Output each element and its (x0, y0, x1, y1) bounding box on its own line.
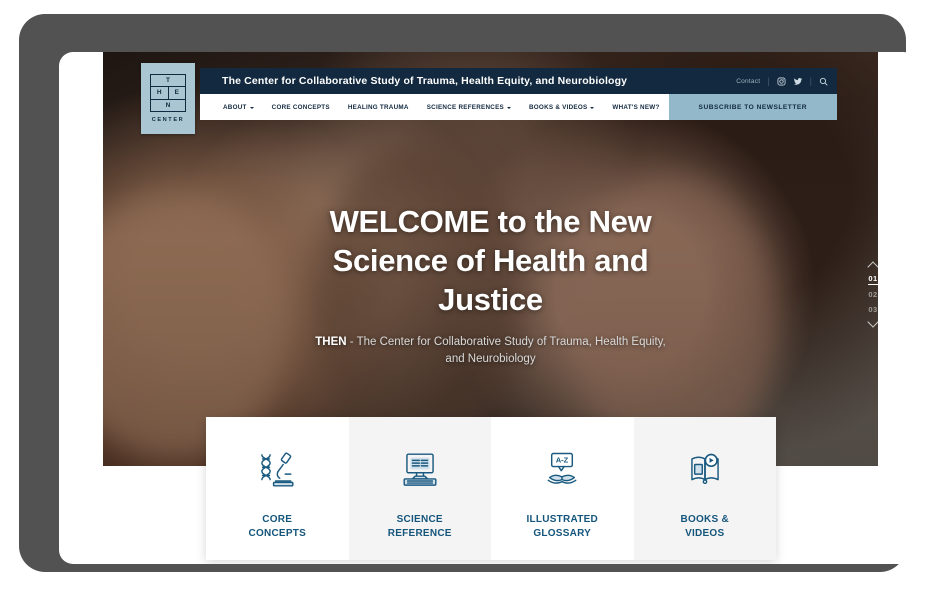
card-illustrated-glossary[interactable]: A-Z ILLUSTRATED GLOSSARY (491, 417, 634, 560)
computer-icon (398, 443, 442, 497)
divider: | (767, 76, 770, 86)
card-label: CORE CONCEPTS (248, 514, 307, 539)
nav-label: WHAT'S NEW? (612, 103, 660, 111)
twitter-icon[interactable] (793, 77, 803, 86)
svg-text:A-Z: A-Z (556, 455, 569, 464)
logo-cell-n: N (165, 101, 171, 109)
nav-label: HEALING TRAUMA (347, 103, 409, 111)
slide-indicator-01[interactable]: 01 (868, 273, 878, 285)
card-label: ILLUSTRATED GLOSSARY (526, 514, 598, 539)
site-logo[interactable]: T H E N CENTER (141, 63, 195, 134)
nav-item-healing-trauma[interactable]: HEALING TRAUMA (339, 104, 418, 111)
contact-link[interactable]: Contact (736, 78, 760, 85)
nav-item-about[interactable]: ABOUT (214, 104, 263, 111)
card-label: SCIENCE REFERENCE (387, 514, 452, 539)
dna-microscope-icon (255, 443, 299, 497)
card-label: BOOKS & VIDEOS (680, 514, 729, 539)
nav-item-science-references[interactable]: SCIENCE REFERENCES (418, 104, 520, 111)
logo-cell-h: H (156, 89, 162, 97)
instagram-icon[interactable] (777, 77, 786, 86)
chevron-up-icon[interactable] (868, 262, 879, 269)
hero-sub-rest: - The Center for Collaborative Study of … (346, 336, 666, 366)
subscribe-to-newsletter-button[interactable]: SUBSCRIBE TO NEWSLETTER (668, 94, 837, 120)
nav-items: ABOUT CORE CONCEPTS HEALING TRAUMA SCIEN… (200, 94, 669, 120)
slide-indicator-03[interactable]: 03 (868, 304, 877, 315)
site-title: The Center for Collaborative Study of Tr… (222, 75, 628, 87)
logo-cell-e: E (167, 87, 186, 99)
logo-wordmark: CENTER (151, 117, 185, 123)
main-navigation: ABOUT CORE CONCEPTS HEALING TRAUMA SCIEN… (200, 94, 837, 120)
nav-label: SCIENCE REFERENCES (426, 103, 504, 111)
nav-label: ABOUT (223, 103, 247, 111)
logo-row: H E (151, 86, 186, 99)
logo-row: T (151, 75, 185, 86)
search-icon[interactable] (819, 77, 828, 86)
quick-links-cards: CORE CONCEPTS SCIENCE REFERENCE A-Z ILLU… (206, 417, 776, 560)
slide-navigation[interactable]: 01 02 03 (859, 262, 887, 326)
device-frame: WELCOME to the New Science of Health and… (19, 14, 917, 572)
chevron-down-icon (506, 106, 511, 109)
topbar-utility-links: Contact | | (736, 76, 828, 86)
slide-indicator-02[interactable]: 02 (868, 289, 877, 300)
nav-label: CORE CONCEPTS (271, 103, 330, 111)
site-topbar: The Center for Collaborative Study of Tr… (200, 68, 837, 94)
chevron-down-icon (249, 106, 254, 109)
nav-item-whats-new[interactable]: WHAT'S NEW? (603, 104, 668, 111)
hero-sub-strong: THEN (315, 336, 347, 349)
nav-label: BOOKS & VIDEOS (528, 103, 588, 111)
book-play-icon (683, 443, 727, 497)
chevron-down-icon (590, 106, 595, 109)
logo-row: N (151, 98, 185, 111)
logo-grid: T H E N (150, 74, 186, 112)
az-glossary-book-icon: A-Z (540, 443, 584, 497)
device-screen: WELCOME to the New Science of Health and… (59, 52, 917, 564)
chevron-down-icon[interactable] (868, 319, 879, 326)
nav-item-books-videos[interactable]: BOOKS & VIDEOS (520, 104, 603, 111)
card-books-videos[interactable]: BOOKS & VIDEOS (633, 417, 776, 560)
hero-headline: WELCOME to the New Science of Health and… (329, 204, 652, 318)
divider: | (809, 76, 812, 86)
logo-cell-t: T (166, 77, 170, 85)
card-science-reference[interactable]: SCIENCE REFERENCE (348, 417, 491, 560)
card-core-concepts[interactable]: CORE CONCEPTS (206, 417, 349, 560)
hero-subheadline: THEN - The Center for Collaborative Stud… (306, 334, 676, 369)
nav-item-core-concepts[interactable]: CORE CONCEPTS (263, 104, 339, 111)
hero-copy: WELCOME to the New Science of Health and… (103, 202, 878, 369)
